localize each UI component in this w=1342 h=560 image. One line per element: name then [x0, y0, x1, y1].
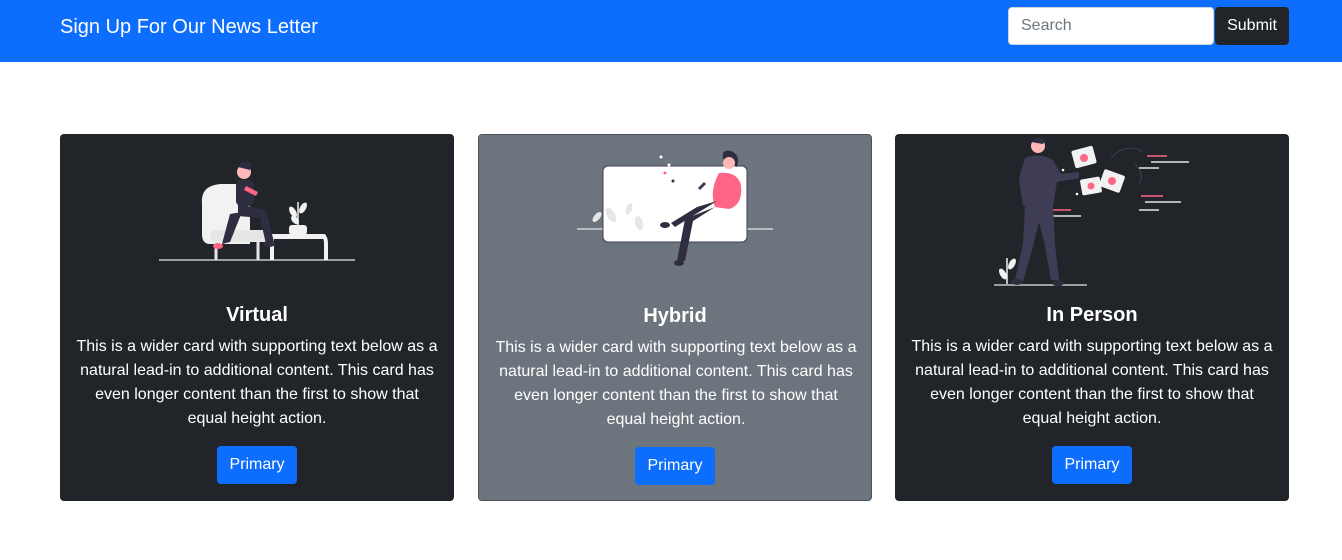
- card-title: Hybrid: [643, 305, 707, 327]
- card-text: This is a wider card with supporting tex…: [911, 338, 1273, 427]
- primary-button[interactable]: Primary: [1052, 446, 1132, 484]
- card-title: Virtual: [226, 304, 288, 326]
- person-sitting-on-screen-illustration: [577, 150, 773, 266]
- search-input[interactable]: [1008, 7, 1214, 45]
- card-hybrid: Hybrid This is a wider card with support…: [478, 134, 872, 501]
- primary-button[interactable]: Primary: [635, 447, 715, 485]
- person-with-image-cards-illustration: [994, 137, 1189, 286]
- card-text: This is a wider card with supporting tex…: [76, 338, 438, 427]
- navbar-brand[interactable]: Sign Up For Our News Letter: [60, 14, 318, 40]
- person-in-chair-illustration: [159, 161, 355, 261]
- card-in-person: In Person This is a wider card with supp…: [895, 134, 1289, 501]
- card-virtual: Virtual This is a wider card with suppor…: [60, 134, 454, 501]
- submit-button[interactable]: Submit: [1215, 7, 1289, 45]
- card-title: In Person: [1046, 304, 1138, 326]
- card-text: This is a wider card with supporting tex…: [495, 339, 857, 428]
- primary-button[interactable]: Primary: [217, 446, 297, 484]
- navbar: Sign Up For Our News Letter Submit: [0, 0, 1342, 62]
